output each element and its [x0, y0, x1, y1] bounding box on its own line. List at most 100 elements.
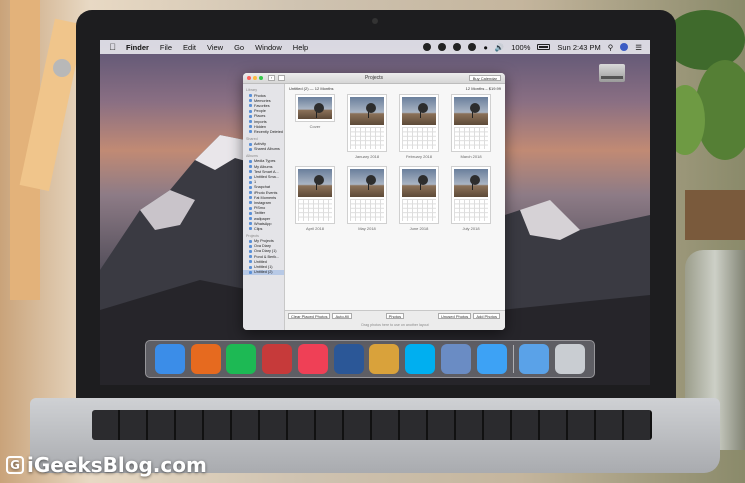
wifi-icon[interactable]: ● [483, 43, 488, 52]
add-photos-button[interactable]: Add Photos [473, 313, 500, 319]
pocket-icon[interactable] [297, 344, 328, 374]
sidebar-item-label: Pond & Berik... [254, 254, 280, 259]
sidebar-item-label: Instagram [254, 200, 271, 205]
status-icon[interactable] [438, 43, 447, 51]
logo-icon: G [6, 456, 24, 474]
unused-photos-button[interactable]: Unused Photos [437, 313, 472, 319]
notification-center-icon[interactable]: ☰ [635, 43, 642, 52]
calendar-page[interactable]: June 2018 [395, 166, 443, 231]
sidebar-item-label: Untitled (2) [254, 270, 273, 275]
calendar-days-grid [298, 199, 332, 221]
skype-icon[interactable] [405, 344, 436, 374]
spotlight-icon[interactable]: ⚲ [608, 43, 614, 52]
sidebar-item-label: Places [254, 114, 266, 119]
page-thumbnail[interactable] [347, 166, 387, 224]
album-icon [249, 114, 252, 118]
project-content: Untitled (2) — 12 Months 12 Months – $19… [285, 84, 505, 330]
calendar-page[interactable]: May 2018 [343, 166, 391, 231]
album-icon [249, 206, 252, 210]
page-thumbnail[interactable] [399, 94, 439, 152]
buy-calendar-button[interactable]: Buy Calendar [468, 75, 501, 81]
page-thumbnail[interactable] [451, 166, 491, 224]
messages-icon[interactable] [476, 344, 507, 374]
calendar-page[interactable]: July 2018 [447, 166, 495, 231]
sidebar-item-label: My Albums [254, 164, 273, 169]
spotify-icon[interactable] [226, 344, 257, 374]
photos-preview-icon[interactable] [441, 344, 471, 374]
minimize-button[interactable] [253, 76, 257, 80]
menu-view[interactable]: View [207, 43, 223, 52]
bluetooth-icon[interactable] [468, 43, 477, 51]
battery-icon[interactable] [537, 44, 551, 50]
close-button[interactable] [247, 76, 251, 80]
page-label: May 2018 [358, 226, 376, 231]
album-icon [249, 125, 252, 129]
album-icon [249, 130, 252, 134]
sidebar-item-label: Snapchat [254, 185, 271, 190]
calendar-cover[interactable]: Cover [291, 94, 339, 159]
menu-file[interactable]: File [160, 43, 172, 52]
calendar-page[interactable]: March 2018 [447, 94, 495, 159]
page-label: February 2018 [405, 154, 432, 159]
page-thumbnail[interactable] [295, 166, 335, 224]
photos-window: ‹ Projects Buy Calendar Library Photos Mem… [243, 73, 505, 330]
sidebar-item-label: Untitled Sma... [254, 175, 279, 180]
siri-icon[interactable] [620, 43, 629, 51]
album-icon [249, 222, 252, 226]
volume-icon[interactable]: 🔊 [495, 43, 504, 52]
downloads-icon[interactable] [519, 344, 550, 374]
menu-go[interactable]: Go [234, 43, 244, 52]
trash-icon[interactable] [555, 344, 586, 374]
clear-placed-photos-button[interactable]: Clear Placed Photos [288, 313, 331, 319]
preview-icon[interactable] [369, 344, 400, 374]
calendar-page[interactable]: April 2018 [291, 166, 339, 231]
sidebar-toggle-button[interactable] [278, 75, 285, 81]
battery-percent[interactable]: 100% [511, 43, 530, 52]
calendar-page[interactable]: February 2018 [395, 94, 443, 159]
sidebar-item-label: PiSmo [254, 206, 266, 211]
clock[interactable]: Sun 2:43 PM [557, 43, 600, 52]
sidebar-item-label: iPhoto Events [254, 190, 278, 195]
sidebar-item-label: Favorites [254, 103, 270, 108]
firefox-icon[interactable] [190, 344, 221, 374]
zoom-button[interactable] [259, 76, 263, 80]
page-thumbnail[interactable] [399, 166, 439, 224]
status-area: ● 🔊 100% Sun 2:43 PM ⚲ ☰ [416, 43, 642, 52]
menu-window[interactable]: Window [255, 43, 282, 52]
word-icon[interactable] [333, 344, 364, 374]
sidebar-item-label: My Projects [254, 239, 274, 244]
tree-photo [350, 169, 384, 197]
hard-disk-icon[interactable] [597, 60, 627, 88]
page-thumbnail[interactable] [451, 94, 491, 152]
watermark: G iGeeksBlog.com [6, 453, 207, 477]
keyboard [92, 410, 652, 440]
album-icon [249, 270, 252, 274]
menu-edit[interactable]: Edit [183, 43, 196, 52]
menu-help[interactable]: Help [293, 43, 308, 52]
page-thumbnail[interactable] [347, 94, 387, 152]
apple-menu-icon[interactable]:  [108, 42, 117, 52]
sidebar-section-title: Projects [246, 233, 259, 238]
sidebar-item-label: Fat Moments [254, 195, 277, 200]
sidebar-item-label: People [254, 109, 266, 114]
calendar-page[interactable]: January 2018 [343, 94, 391, 159]
sidebar-item-label: Ova Diary (1) [254, 249, 277, 254]
screen:  Finder File Edit View Go Window Help ●… [100, 40, 650, 385]
drag-hint: Drag photos here to use on another layou… [361, 323, 429, 327]
project-header: Untitled (2) — 12 Months 12 Months – $19… [285, 84, 505, 92]
status-icon[interactable] [423, 43, 432, 51]
auto-fill-button[interactable]: Auto-fill [332, 313, 352, 319]
tree-photo [454, 169, 488, 197]
dropbox-icon[interactable] [262, 344, 293, 374]
album-icon [249, 120, 252, 124]
photos-tab[interactable]: Photos [385, 313, 405, 319]
sidebar-item[interactable]: Untitled (2) [243, 269, 284, 275]
back-button[interactable]: ‹ [268, 75, 275, 81]
finder-icon[interactable] [154, 344, 185, 374]
page-label: January 2018 [354, 154, 380, 159]
menu-app-finder[interactable]: Finder [126, 43, 149, 52]
page-thumbnail[interactable] [295, 94, 335, 122]
album-icon [249, 159, 252, 163]
status-icon[interactable] [453, 43, 462, 51]
project-price: 12 Months – $19.99 [465, 85, 501, 91]
